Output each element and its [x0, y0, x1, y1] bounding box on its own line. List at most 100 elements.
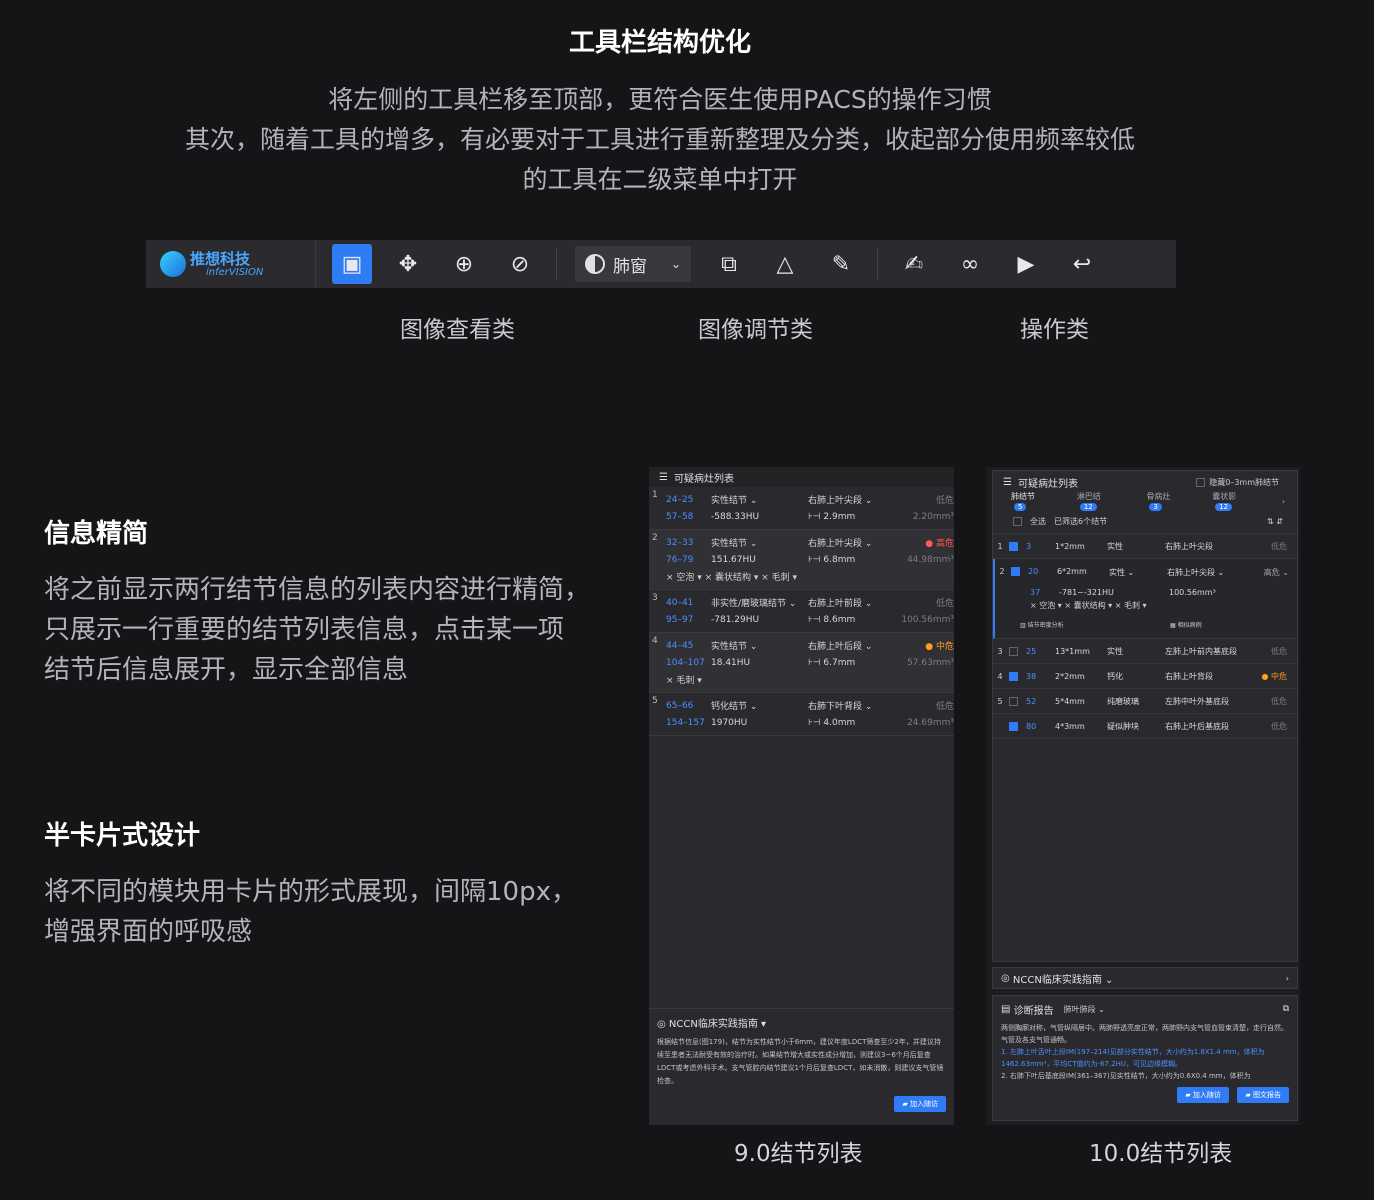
tab-3[interactable]: 囊状影 12: [1212, 491, 1270, 511]
report-text-highlight: 1. 左肺上叶舌叶上段IM(197–214)见部分实性结节，大小约为1.8X1.…: [1001, 1048, 1265, 1068]
location-select[interactable]: 右肺上叶尖段 ⌄: [808, 493, 894, 506]
report-text: 2. 右肺下叶后基底段IM(361–367)见实性结节，大小约为0.6X0.4 …: [1001, 1072, 1251, 1080]
add-followup-button[interactable]: ▰ 加入随访: [894, 1096, 946, 1112]
feature-tags[interactable]: × 空泡 ▾ × 囊状结构 ▾ × 毛刺 ▾: [1030, 600, 1297, 616]
feature-tags[interactable]: × 空泡 ▾ × 囊状结构 ▾ × 毛刺 ▾: [666, 570, 797, 583]
location-select[interactable]: 右肺上叶尖段 ⌄: [808, 536, 894, 549]
text-line: 结节后信息展开，显示全部信息: [44, 655, 409, 685]
report-text: 两侧胸廓对称，气管纵隔居中。两肺野透亮度正常，两肺野内支气管血管束清楚，走行自然…: [1001, 1024, 1288, 1044]
risk-label: ● 高危: [925, 539, 954, 549]
table-row[interactable]: 3 25 13*1mm 实性 左肺上叶前内基底段 低危: [993, 639, 1297, 664]
density-analysis-link[interactable]: ▥ 结节密度分析: [1020, 620, 1170, 629]
add-followup-button[interactable]: ▰ 加入随访: [1177, 1087, 1229, 1103]
image-view-icon[interactable]: ▣: [332, 244, 372, 284]
location-select[interactable]: 右肺上叶后段 ⌄: [808, 639, 894, 652]
row-number: 2: [652, 533, 658, 543]
risk-label: ● 中危: [1261, 671, 1287, 681]
section-text: 将之前显示两行结节信息的列表内容进行精简， 只展示一行重要的结节列表信息，点击某…: [44, 570, 634, 690]
link-label: 相似病例: [1177, 621, 1202, 629]
row-checkbox[interactable]: [1009, 646, 1018, 656]
chevron-right-icon[interactable]: ›: [1282, 497, 1285, 506]
panel-title: 可疑病灶列表: [1017, 478, 1078, 490]
panel-v10: ☰ 可疑病灶列表 隐藏0–3mm肺结节 肺结节5 淋巴结12 骨病灶3 囊状影12 › …: [986, 467, 1300, 1125]
table-row[interactable]: 1 3 1*2mm 实性 右肺上叶尖段 低危: [993, 534, 1297, 559]
table-row[interactable]: 80 4*3mm 疑似肿块 右肺上叶后基底段 低危: [993, 714, 1297, 739]
density-value: 1970HU: [711, 717, 748, 728]
checkbox[interactable]: [1196, 477, 1206, 487]
row-checkbox[interactable]: [1009, 721, 1018, 731]
window-select[interactable]: 肺窗 ⌄: [575, 246, 691, 282]
table-row[interactable]: 5 52 5*4mm 纯磨玻璃 左肺中叶外基底段 低危: [993, 689, 1297, 714]
nccn-title[interactable]: ◎ NCCN临床实践指南 ▾: [657, 1015, 946, 1030]
slice-number: 80: [1026, 721, 1037, 731]
link-label: 结节密度分析: [1027, 621, 1064, 629]
row-number: 5: [997, 696, 1003, 706]
type-select[interactable]: 实性结节 ⌄: [711, 536, 808, 549]
tab-label: 淋巴结: [1076, 492, 1101, 501]
zoom-icon[interactable]: ⊕: [444, 244, 484, 284]
text-line: 将不同的模块用卡片的形式展现，间隔10px，: [44, 877, 577, 907]
sort-icon[interactable]: ⇅ ⇵: [1267, 517, 1283, 526]
type-select[interactable]: 实性结节 ⌄: [711, 639, 808, 652]
count-badge: 3: [1149, 503, 1162, 511]
tab-2[interactable]: 骨病灶 3: [1146, 491, 1200, 511]
list-item[interactable]: 5 65–66 钙化结节 ⌄ 右肺下叶背段 ⌄ 低危 154–157 1970HU ⊦⊣ …: [649, 693, 954, 736]
ruler-icon[interactable]: ✎: [821, 244, 861, 284]
lesion-list: 1 24–25 实性结节 ⌄ 右肺上叶尖段 ⌄ 低危 57–58 -588.33HU ⊦⊣…: [649, 487, 954, 736]
lesion-list: 1 3 1*2mm 实性 右肺上叶尖段 低危 2 20 6*2mm 实性 ⌄ 右肺上叶尖段 ⌄ 高危 …: [993, 534, 1297, 739]
location-select[interactable]: 右肺下叶背段 ⌄: [808, 699, 894, 712]
hide-label: 隐藏0–3mm肺结节: [1209, 477, 1279, 487]
chevron-right-icon[interactable]: ›: [1286, 974, 1289, 983]
hide-icon[interactable]: ⊘: [500, 244, 540, 284]
copy-icon[interactable]: ⧉: [1283, 1004, 1289, 1014]
list-item[interactable]: 3 40–41 非实性/磨玻璃结节 ⌄ 右肺上叶前段 ⌄ 低危 95–97 -781.2…: [649, 590, 954, 633]
feature-tags[interactable]: × 毛刺 ▾: [666, 673, 702, 686]
list-item[interactable]: 4 44–45 实性结节 ⌄ 右肺上叶后段 ⌄ ● 中危 104–107 18.41HU…: [649, 633, 954, 693]
play-icon[interactable]: ▶: [1006, 244, 1046, 284]
move-icon[interactable]: ✥: [388, 244, 428, 284]
folder-icon: ▰: [902, 1100, 908, 1108]
hide-small-toggle[interactable]: 隐藏0–3mm肺结节: [1196, 477, 1279, 488]
triangle-icon[interactable]: △: [765, 244, 805, 284]
desc-line: 将左侧的工具栏移至顶部，更符合医生使用PACS的操作习惯: [328, 85, 992, 114]
button-label: 加入随访: [910, 1100, 938, 1108]
report-card: ▤ 诊断报告 肺叶肺段 ⌄ ⧉ 两侧胸廓对称，气管纵隔居中。两肺野透亮度正常，两…: [992, 995, 1298, 1121]
size-value: 4*3mm: [1055, 721, 1085, 731]
location-select[interactable]: 右肺上叶前段 ⌄: [808, 596, 894, 609]
link-icon[interactable]: ∞: [950, 244, 990, 284]
type-select[interactable]: 实性结节 ⌄: [711, 493, 808, 506]
edit-icon[interactable]: ✍: [894, 244, 934, 284]
type-value: 实性: [1107, 541, 1123, 551]
location-value: 左肺中叶外基底段: [1165, 696, 1229, 706]
row-number: 1: [652, 490, 658, 500]
row-checkbox[interactable]: [1009, 541, 1018, 551]
table-row[interactable]: 2 20 6*2mm 实性 ⌄ 右肺上叶尖段 ⌄ 高危 ⌄ 37 -781~-321HU 100…: [993, 559, 1297, 639]
report-select[interactable]: 肺叶肺段 ⌄: [1064, 1004, 1105, 1015]
row-checkbox[interactable]: [1011, 567, 1020, 576]
list-item[interactable]: 2 32–33 实性结节 ⌄ 右肺上叶尖段 ⌄ ● 高危 76–79 151.67HU ⊦…: [649, 530, 954, 590]
table-row[interactable]: 4 38 2*2mm 钙化 右肺上叶背段 ● 中危: [993, 664, 1297, 689]
slice-range: 40–41: [666, 597, 694, 608]
density-value: -781.29HU: [711, 614, 760, 625]
divider: [877, 249, 878, 279]
row-checkbox[interactable]: [1009, 671, 1018, 681]
image-report-button[interactable]: ▰ 图文报告: [1237, 1087, 1289, 1103]
risk-label: 低危: [935, 496, 954, 506]
similar-cases-link[interactable]: ▦ 相似病例: [1170, 620, 1202, 629]
contrast-icon: [585, 254, 605, 274]
type-select[interactable]: 钙化结节 ⌄: [711, 699, 808, 712]
nccn-card[interactable]: ◎ NCCN临床实践指南 ⌄ ›: [992, 967, 1298, 989]
layers-icon[interactable]: ⧉: [709, 244, 749, 284]
list-item[interactable]: 1 24–25 实性结节 ⌄ 右肺上叶尖段 ⌄ 低危 57–58 -588.33HU ⊦⊣…: [649, 487, 954, 530]
count-badge: 12: [1215, 503, 1233, 511]
tab-1[interactable]: 淋巴结 12: [1077, 491, 1135, 511]
row-checkbox[interactable]: [1009, 696, 1018, 706]
tab-0[interactable]: 肺结节 5: [1011, 491, 1065, 511]
risk-label: 高危 ⌄: [1263, 568, 1289, 577]
select-all-checkbox[interactable]: [1013, 516, 1022, 526]
type-select[interactable]: 非实性/磨玻璃结节 ⌄: [711, 596, 808, 609]
undo-icon[interactable]: ↩: [1062, 244, 1102, 284]
size-value: 13*1mm: [1055, 646, 1090, 656]
section-text: 将不同的模块用卡片的形式展现，间隔10px， 增强界面的呼吸感: [44, 872, 634, 952]
diameter-value: ⊦⊣ 6.7mm: [808, 657, 856, 668]
